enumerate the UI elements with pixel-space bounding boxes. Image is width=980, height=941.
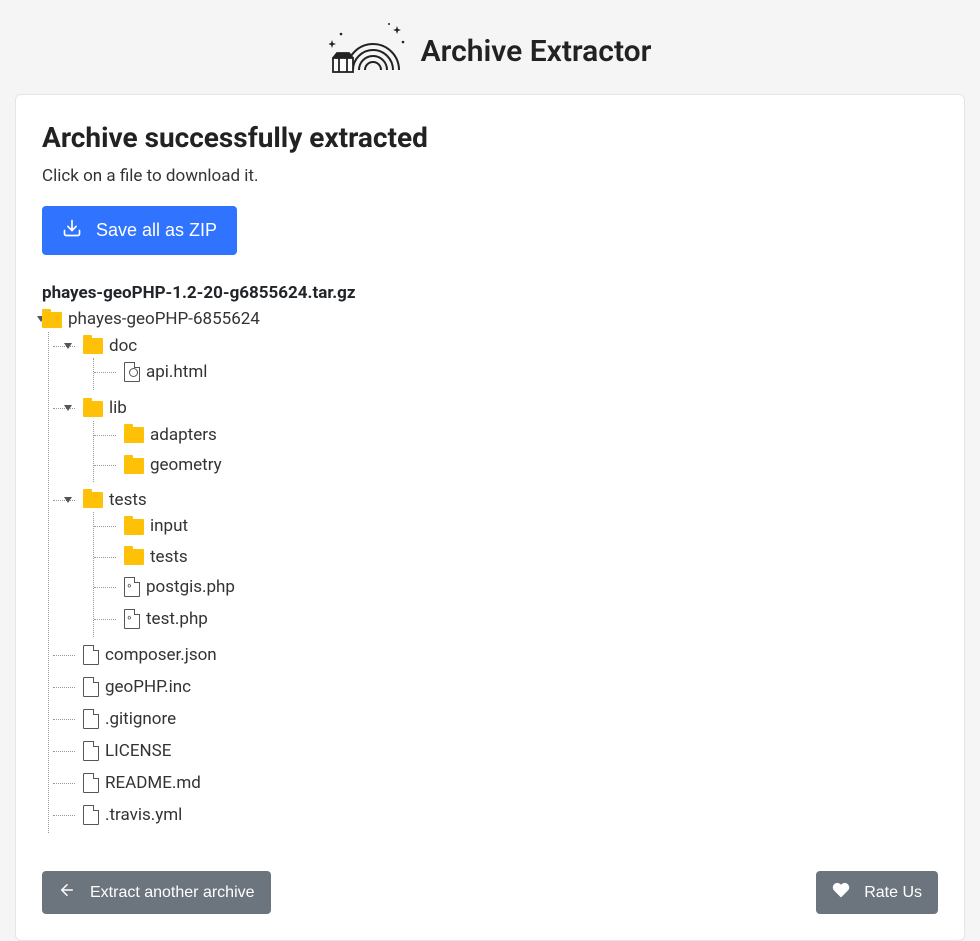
folder-icon xyxy=(83,338,103,354)
folder-node[interactable]: doc xyxy=(83,336,137,356)
file-node[interactable]: composer.json xyxy=(83,645,217,665)
file-icon xyxy=(83,709,99,729)
app-logo-icon xyxy=(329,22,421,80)
tree-node-label: doc xyxy=(109,336,137,356)
tree-node-label: adapters xyxy=(150,425,217,445)
save-all-zip-label: Save all as ZIP xyxy=(96,220,217,241)
app-title: Archive Extractor xyxy=(421,34,652,69)
folder-icon xyxy=(124,549,144,565)
tree-node: .gitignore xyxy=(69,705,938,737)
folder-icon xyxy=(42,312,62,328)
tree-node-label: input xyxy=(150,516,188,536)
extract-another-button[interactable]: Extract another archive xyxy=(42,871,271,914)
folder-icon xyxy=(124,427,144,443)
file-node[interactable]: test.php xyxy=(124,609,208,629)
tree-node: api.html xyxy=(110,358,938,390)
tree-node: postgis.php xyxy=(110,573,938,605)
tree-node: lib adapters geometry xyxy=(69,394,938,486)
tree-node: adapters xyxy=(110,421,938,452)
file-icon xyxy=(124,362,140,382)
rate-us-label: Rate Us xyxy=(864,884,922,902)
file-node[interactable]: README.md xyxy=(83,773,201,793)
tree-node: .travis.yml xyxy=(69,801,938,833)
tree-toggle-icon[interactable] xyxy=(63,341,73,351)
file-icon xyxy=(124,609,140,629)
tree-node: geoPHP.inc xyxy=(69,673,938,705)
folder-node[interactable]: lib xyxy=(83,398,127,418)
file-icon xyxy=(83,645,99,665)
tree-node-label: phayes-geoPHP-6855624 xyxy=(68,309,260,329)
tree-node-label: geoPHP.inc xyxy=(105,677,191,697)
tree-node-label: test.php xyxy=(146,609,208,629)
tree-toggle-icon[interactable] xyxy=(63,495,73,505)
tree-node: geometry xyxy=(110,451,938,482)
arrow-left-icon xyxy=(58,881,76,904)
tree-node-label: tests xyxy=(109,490,147,510)
file-node[interactable]: .travis.yml xyxy=(83,805,182,825)
file-icon xyxy=(83,773,99,793)
tree-node: test.php xyxy=(110,605,938,637)
file-node[interactable]: LICENSE xyxy=(83,741,171,761)
tree-node: doc api.html xyxy=(69,332,938,395)
tree-node-label: .gitignore xyxy=(105,709,176,729)
tree-toggle-icon[interactable] xyxy=(63,403,73,413)
archive-name: phayes-geoPHP-1.2-20-g6855624.tar.gz xyxy=(42,283,938,303)
tree-node-label: lib xyxy=(109,398,127,418)
tree-node-label: geometry xyxy=(150,455,222,475)
tree-node-label: .travis.yml xyxy=(105,805,182,825)
file-icon xyxy=(83,805,99,825)
tree-node: phayes-geoPHP-6855624 doc api.html lib adapt… xyxy=(42,305,938,837)
folder-node[interactable]: adapters xyxy=(124,425,217,445)
folder-node[interactable]: tests xyxy=(124,547,188,567)
heart-icon xyxy=(832,881,850,904)
folder-icon xyxy=(124,458,144,474)
tree-node-label: api.html xyxy=(146,362,207,382)
extract-another-label: Extract another archive xyxy=(90,884,255,902)
file-node[interactable]: api.html xyxy=(124,362,207,382)
folder-icon xyxy=(83,492,103,508)
folder-icon xyxy=(124,519,144,535)
app-header: Archive Extractor xyxy=(15,0,965,94)
tree-node: LICENSE xyxy=(69,737,938,769)
tree-node-label: postgis.php xyxy=(146,577,235,597)
folder-icon xyxy=(83,401,103,417)
tree-node-label: LICENSE xyxy=(105,741,171,761)
folder-node[interactable]: tests xyxy=(83,490,147,510)
file-icon xyxy=(83,677,99,697)
tree-node: input xyxy=(110,512,938,543)
file-icon xyxy=(124,577,140,597)
save-all-zip-button[interactable]: Save all as ZIP xyxy=(42,206,237,255)
folder-node[interactable]: geometry xyxy=(124,455,222,475)
file-node[interactable]: postgis.php xyxy=(124,577,235,597)
file-tree: phayes-geoPHP-6855624 doc api.html lib adapt… xyxy=(42,305,938,837)
tree-node-label: composer.json xyxy=(105,645,217,665)
file-node[interactable]: .gitignore xyxy=(83,709,176,729)
tree-node: README.md xyxy=(69,769,938,801)
tree-node-label: README.md xyxy=(105,773,201,793)
folder-node[interactable]: phayes-geoPHP-6855624 xyxy=(42,309,260,329)
page-subtitle: Click on a file to download it. xyxy=(42,166,938,186)
folder-node[interactable]: input xyxy=(124,516,188,536)
file-icon xyxy=(83,741,99,761)
page-heading: Archive successfully extracted xyxy=(42,121,938,154)
tree-node-label: tests xyxy=(150,547,188,567)
download-icon xyxy=(62,218,82,243)
file-node[interactable]: geoPHP.inc xyxy=(83,677,191,697)
tree-node: tests xyxy=(110,543,938,574)
tree-node: composer.json xyxy=(69,641,938,673)
tree-node: testsinputtestspostgis.phptest.php xyxy=(69,486,938,642)
result-card: Archive successfully extracted Click on … xyxy=(15,94,965,941)
rate-us-button[interactable]: Rate Us xyxy=(816,871,938,914)
